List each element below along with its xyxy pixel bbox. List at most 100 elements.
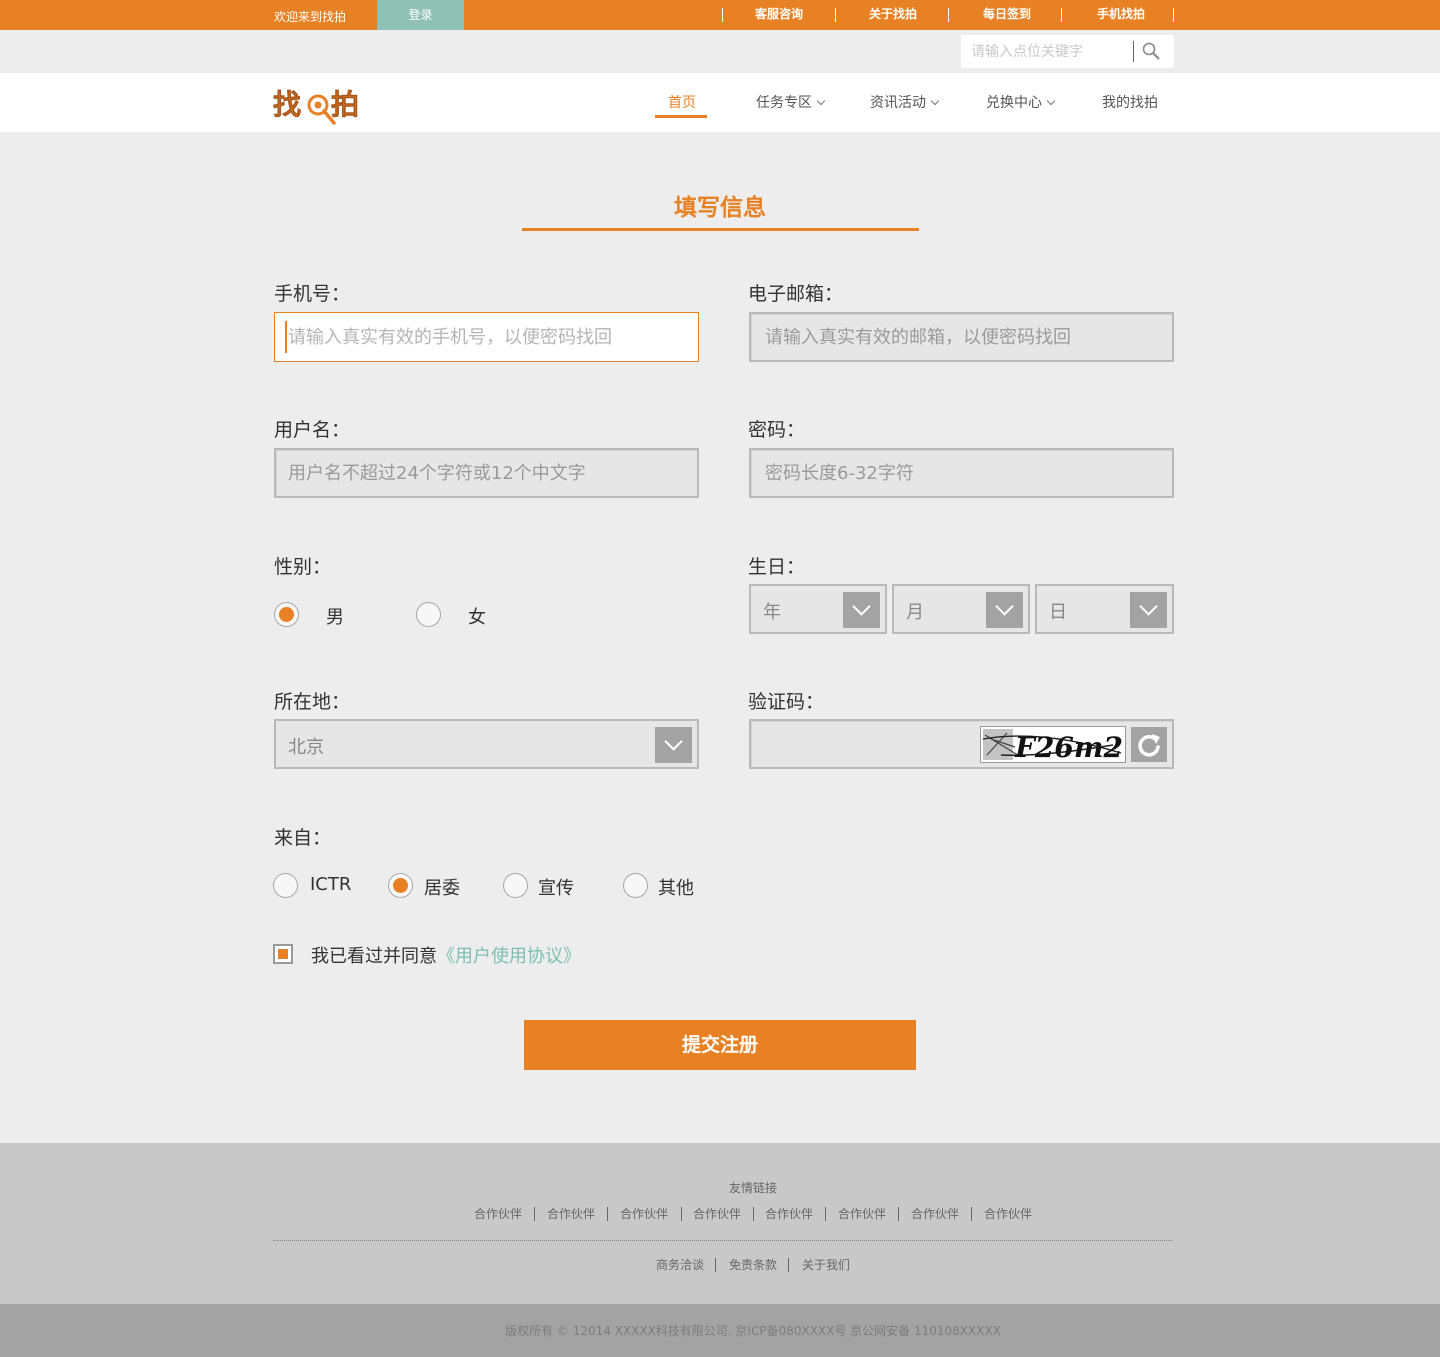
footer-link-business[interactable]: 商务洽谈 [656,1256,704,1273]
separator [948,8,949,22]
separator [753,1207,754,1221]
refresh-icon[interactable] [1131,727,1167,762]
footer-link-disclaimer[interactable]: 免责条款 [729,1256,777,1273]
partner-link[interactable]: 合作伙伴 [911,1205,959,1222]
separator [788,1258,789,1272]
nav-exchange-label: 兑换中心 [986,95,1042,111]
gender-male-label: 男 [326,607,344,628]
svg-text:拍: 拍 [331,88,359,121]
birth-month-value: 月 [906,602,924,623]
chevron-down-icon [986,592,1023,628]
text-caret [285,321,287,353]
source-other-radio[interactable] [623,873,648,898]
source-ictr-radio[interactable] [273,873,298,898]
agree-text: 我已看过并同意《用户使用协议》 [311,942,581,968]
link-mobile[interactable]: 手机找拍 [1064,0,1178,30]
source-community-radio[interactable] [388,873,413,898]
top-links: 客服咨询 关于找拍 每日签到 手机找拍 [722,0,1178,30]
nav-home[interactable]: 首页 [668,92,696,112]
chevron-down-icon [1130,592,1167,628]
partner-link[interactable]: 合作伙伴 [620,1205,668,1222]
birth-day-select[interactable]: 日 [1035,584,1174,634]
phone-field-wrap [274,312,699,362]
source-promo-radio[interactable] [503,873,528,898]
captcha-label: 验证码： [748,691,825,713]
source-other-label: 其他 [658,878,694,899]
welcome-text: 欢迎来到找拍 [274,10,347,24]
password-input[interactable] [751,450,1172,496]
separator [607,1207,608,1221]
email-input[interactable] [751,314,1172,360]
gender-label: 性别： [274,556,332,578]
gender-female-radio[interactable] [416,602,441,627]
friend-links-title: 友情链接 [728,1181,777,1195]
source-ictr-label: ICTR [310,874,352,895]
copyright-bar: 版权所有 © 12014 XXXXX科技有限公司. 京ICP备080XXXX号 … [0,1304,1440,1357]
captcha-image[interactable]: F26m2 [980,726,1126,764]
logo[interactable]: 找 拍 [273,80,368,125]
source-community-label: 居委 [424,878,460,899]
svg-text:找: 找 [273,88,301,121]
form-title: 填写信息 [674,195,766,221]
title-underline [522,228,919,231]
chevron-down-icon [930,96,940,106]
gender-male-radio[interactable] [274,602,299,627]
footer-link-about[interactable]: 关于我们 [802,1256,850,1273]
search-strip [0,30,1440,73]
separator [1061,8,1062,22]
nav-active-underline [655,115,707,118]
captcha-input[interactable] [751,721,976,767]
partner-link[interactable]: 合作伙伴 [838,1205,886,1222]
separator [971,1207,972,1221]
nav-my[interactable]: 我的找拍 [1102,92,1158,112]
partner-link[interactable]: 合作伙伴 [547,1205,595,1222]
birth-month-select[interactable]: 月 [892,584,1030,634]
nav-exchange[interactable]: 兑换中心 [986,92,1056,112]
chevron-down-icon [1046,96,1056,106]
login-button[interactable]: 登录 [377,0,464,34]
password-field-wrap [749,448,1174,498]
top-bar: 欢迎来到找拍 登录 客服咨询 关于找拍 每日签到 手机找拍 [0,0,1440,34]
location-select[interactable]: 北京 [274,719,699,769]
separator [534,1207,535,1221]
partner-link[interactable]: 合作伙伴 [693,1205,741,1222]
separator [681,1207,682,1221]
birth-year-select[interactable]: 年 [749,584,887,634]
partner-link[interactable]: 合作伙伴 [765,1205,813,1222]
source-promo-label: 宣传 [538,878,574,899]
location-label: 所在地： [274,691,351,713]
search-icon[interactable] [1141,41,1163,63]
agree-checkbox[interactable] [273,944,293,964]
separator [825,1207,826,1221]
nav-news-label: 资讯活动 [870,95,926,111]
nav-tasks[interactable]: 任务专区 [756,92,826,112]
birth-year-value: 年 [763,602,781,623]
footer: 友情链接 合作伙伴 合作伙伴 合作伙伴 合作伙伴 合作伙伴 合作伙伴 合作伙伴 … [0,1143,1440,1304]
link-about[interactable]: 关于找拍 [836,0,950,30]
birth-day-value: 日 [1049,602,1067,623]
email-label: 电子邮箱： [748,283,844,305]
phone-label: 手机号： [274,283,351,305]
phone-input[interactable] [275,313,698,361]
link-daily-checkin[interactable]: 每日签到 [950,0,1064,30]
partner-link[interactable]: 合作伙伴 [984,1205,1032,1222]
nav-tasks-label: 任务专区 [756,95,812,111]
nav-news[interactable]: 资讯活动 [870,92,940,112]
captcha-text: F26m2 [1014,731,1123,762]
submit-button[interactable]: 提交注册 [524,1020,916,1070]
search-input[interactable] [961,35,1133,68]
username-label: 用户名： [274,419,351,441]
email-field-wrap [749,312,1174,362]
separator [898,1207,899,1221]
separator [715,1258,716,1272]
chevron-down-icon [843,592,880,628]
user-agreement-link[interactable]: 《用户使用协议》 [437,946,581,967]
link-customer-service[interactable]: 客服咨询 [722,0,836,30]
password-label: 密码： [748,419,806,441]
username-field-wrap [274,448,699,498]
birthday-label: 生日： [748,556,806,578]
partner-link[interactable]: 合作伙伴 [474,1205,522,1222]
form-area: 填写信息 [0,132,1440,1126]
username-input[interactable] [276,450,697,496]
footer-divider [273,1240,1173,1241]
